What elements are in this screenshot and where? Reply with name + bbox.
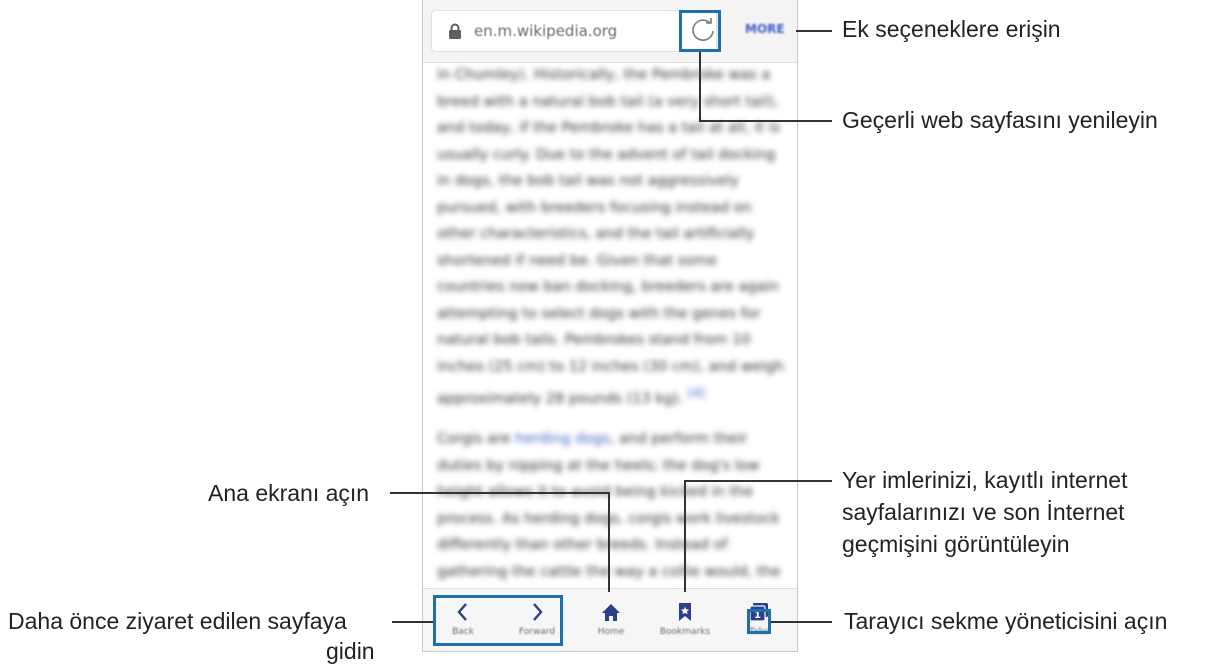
label-back-forward-1: Daha önce ziyaret edilen sayfaya bbox=[8, 608, 347, 634]
article-paragraph: Corgis are herding dogs, and perform the… bbox=[437, 431, 781, 606]
callout-line bbox=[699, 120, 832, 122]
label-refresh: Geçerli web sayfasını yenileyin bbox=[842, 107, 1158, 133]
label-bookmarks-2: sayfalarınızı ve son İnternet bbox=[842, 499, 1125, 525]
page-content: in Chumley). Historically, the Pembroke … bbox=[437, 62, 789, 606]
bookmarks-button[interactable]: Bookmarks bbox=[657, 597, 713, 645]
label-more-options: Ek seçeneklere erişin bbox=[842, 16, 1061, 42]
home-icon bbox=[602, 604, 620, 621]
label-back-forward-2: gidin bbox=[326, 638, 375, 664]
url-text: en.m.wikipedia.org bbox=[474, 22, 618, 40]
url-field[interactable]: en.m.wikipedia.org bbox=[431, 10, 717, 52]
more-highlight bbox=[740, 20, 794, 42]
callout-line bbox=[771, 621, 832, 623]
label-home: Ana ekranı açın bbox=[208, 480, 370, 506]
label-tabs: Tarayıcı sekme yöneticisini açın bbox=[844, 608, 1168, 634]
callout-line bbox=[699, 52, 701, 122]
home-button[interactable]: Home bbox=[583, 597, 639, 645]
callout-line bbox=[392, 621, 433, 623]
callout-line bbox=[684, 480, 686, 592]
refresh-highlight bbox=[679, 10, 721, 52]
herding-dogs-link[interactable]: herding dogs bbox=[515, 431, 610, 447]
browser-screen: en.m.wikipedia.org MORE in Chumley). His… bbox=[422, 0, 798, 652]
callout-line bbox=[684, 480, 832, 482]
tabs-highlight bbox=[747, 609, 771, 634]
article-paragraph: in Chumley). Historically, the Pembroke … bbox=[437, 67, 785, 407]
lock-icon bbox=[449, 23, 461, 39]
label-bookmarks-1: Yer imlerinizi, kayıtlı internet bbox=[842, 467, 1128, 493]
back-forward-highlight bbox=[433, 595, 563, 646]
callout-line bbox=[796, 30, 832, 32]
callout-line bbox=[608, 492, 610, 592]
label-bookmarks-3: geçmişini görüntüleyin bbox=[842, 531, 1070, 557]
reference-link[interactable]: [4] bbox=[688, 386, 705, 400]
bookmark-icon bbox=[679, 603, 691, 621]
callout-line bbox=[390, 492, 610, 494]
